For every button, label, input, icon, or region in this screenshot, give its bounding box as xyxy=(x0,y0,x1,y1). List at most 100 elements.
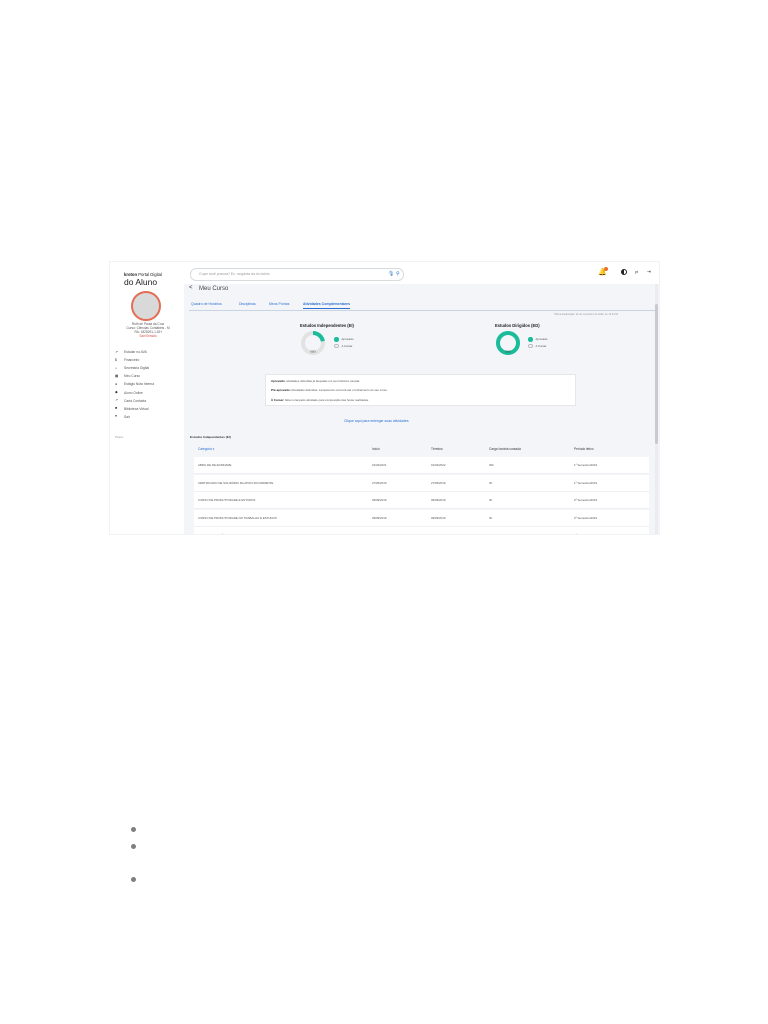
sidebar-item[interactable]: ■ Biblioteca Virtual xyxy=(115,405,183,413)
cell-category: ABRIL DE DE ENSINARE xyxy=(198,463,232,467)
info-desc: Atividades deferidas. Lançamento ocorrer… xyxy=(291,388,388,392)
table-row[interactable]: CURSO DE PRODUTIVIDADE E ESTUDOS 09/09/20… xyxy=(194,492,649,509)
microphone-icon[interactable]: 🎙 xyxy=(388,271,394,277)
tab-bar: Quadro de Horários Disciplinas Meus Pont… xyxy=(189,300,655,311)
sidebar-item-label: Meu Curso xyxy=(124,374,141,379)
legend-label: Aprovado xyxy=(535,337,548,342)
sort-icon[interactable]: ▾ xyxy=(213,447,215,451)
column-header-start: Início xyxy=(372,447,380,451)
brand-big: do Aluno xyxy=(124,277,158,287)
heart-icon: ♥ xyxy=(115,414,118,419)
back-arrow-icon[interactable]: < xyxy=(189,285,193,291)
dollar-icon: $ xyxy=(115,357,117,362)
column-header-period: Período letivo xyxy=(574,447,594,451)
info-line-tocourse: À Cursar: falta no lançado atividade par… xyxy=(271,398,369,402)
book-icon: ■ xyxy=(115,406,118,411)
search-icon[interactable]: ⚲ xyxy=(396,271,400,277)
main-content: O que você procura? Ex.: segunda via do … xyxy=(184,262,659,534)
sidebar-item-label: Aluno Online xyxy=(124,390,143,395)
column-header-label: Categoria xyxy=(198,447,212,451)
cell-period: 2º Semestre/2019 xyxy=(574,515,598,520)
search-input[interactable]: O que você procura? Ex.: segunda via do … xyxy=(199,272,270,276)
scrollbar-thumb[interactable] xyxy=(655,304,658,444)
table-row[interactable]: ENSINO EXTENSÃO DE TRABALHO 07/09/2019 07/… xyxy=(194,527,649,534)
sidebar-item[interactable]: ↗ Carta Contacta xyxy=(115,397,183,405)
tab-atividades-complementares[interactable]: Atividades Complementares xyxy=(303,302,351,309)
cell-hours: 3h xyxy=(489,480,493,485)
status-legend-box: Aprovado: atividades deferidas já lançad… xyxy=(265,374,576,406)
cell-category: CURSO DE PRODUTIVIDADE NO TRABALHO E EST… xyxy=(198,515,277,520)
cell-end: 07/09/2019 xyxy=(431,533,445,534)
avatar[interactable] xyxy=(131,291,161,321)
cell-period: 2º Semestre/2019 xyxy=(574,498,598,502)
table-row[interactable]: CURSO DE PRODUTIVIDADE NO TRABALHO E EST… xyxy=(194,509,649,527)
logout-icon[interactable]: ⇥ xyxy=(647,269,651,275)
sidebar-item-label: Financeiro xyxy=(124,358,140,363)
sidebar-item-label: Carta Contacta xyxy=(124,398,147,403)
donut-chart-ei: 00/3 xyxy=(301,331,325,355)
logout-link[interactable]: Sair/Sessão xyxy=(114,334,182,338)
info-line-preapproved: Pré-aprovado: Atividades deferidas. Lanç… xyxy=(271,388,388,392)
language-selector[interactable]: pt xyxy=(635,270,638,274)
cell-start: 27/05/2019 xyxy=(372,480,387,485)
tab-meus-pontos[interactable]: Meus Pontos xyxy=(269,302,289,306)
sidebar-item-label: Secretaria Digital xyxy=(124,366,150,371)
brand-logo[interactable]: kroton Portal Digital do Aluno xyxy=(124,272,184,287)
sidebar-item-label: Estágio Nota Interna xyxy=(124,382,155,387)
pin-icon: ● xyxy=(115,381,118,386)
info-desc: falta no lançado atividade para composiç… xyxy=(284,398,369,402)
cell-hours: 30h xyxy=(489,463,494,467)
sidebar-item[interactable]: ● Estágio Nota Interna xyxy=(115,380,183,388)
cell-end: 01/04/2022 xyxy=(431,463,446,467)
topbar: O que você procura? Ex.: segunda via do … xyxy=(184,262,659,284)
sidebar: kroton Portal Digital do Aluno Ruth de P… xyxy=(110,262,184,534)
sidebar-item[interactable]: ♥ Sair xyxy=(115,413,183,421)
search-bar[interactable]: O que você procura? Ex.: segunda via do … xyxy=(190,268,404,281)
donut-center-ed: 00/3 xyxy=(505,350,511,354)
legend-swatch-pending xyxy=(334,343,339,348)
info-term: À Cursar: xyxy=(271,398,285,402)
submit-activities-link[interactable]: Clique aqui para entregar suas atividade… xyxy=(344,419,409,423)
cell-period: 2º Semestre/2019 xyxy=(574,533,597,534)
sidebar-item-label: Sair xyxy=(124,414,130,419)
contrast-icon[interactable] xyxy=(621,269,627,275)
external-link-icon: ↗ xyxy=(115,398,118,403)
list-bullet xyxy=(131,827,136,832)
donut-chart-ed: 00/3 xyxy=(496,331,520,355)
cell-period: 1º Semestre/2019 xyxy=(574,463,598,467)
external-link-icon: ↗ xyxy=(115,349,118,354)
cell-period: 1º Semestre/2019 xyxy=(574,480,598,485)
cell-hours: 3h xyxy=(489,533,492,534)
sidebar-item[interactable]: ◆ Aluno Online xyxy=(115,388,183,396)
sidebar-item-label: Estudar no AVA xyxy=(124,350,147,355)
sidebar-item-label: Biblioteca Virtual xyxy=(124,406,149,411)
page-title: Meu Curso xyxy=(199,286,229,292)
legend-ed: Aprovado A Cursar xyxy=(528,336,547,349)
legend-item: A Cursar xyxy=(334,343,353,350)
calendar-icon: ▦ xyxy=(115,373,119,378)
table-title: Estudos Independentes (EI) xyxy=(190,435,231,439)
building-icon: ⌂ xyxy=(115,365,118,370)
sidebar-item[interactable]: $ Financeiro xyxy=(115,356,183,364)
scrollbar[interactable] xyxy=(655,284,658,534)
sidebar-item[interactable]: ↗ Estudar no AVA xyxy=(115,348,183,356)
table-row[interactable]: ABRIL DE DE ENSINARE 01/04/2021 01/04/2022… xyxy=(194,457,649,474)
sidebar-item[interactable]: ▦ Meu Curso xyxy=(115,372,183,380)
sidebar-item[interactable]: ⌂ Secretaria Digital xyxy=(115,364,183,372)
notification-badge xyxy=(604,267,608,271)
table-row[interactable]: CERTIFICADO DE SOLIDÁRIO DA APOIO DICORR… xyxy=(194,474,649,492)
legend-swatch-pending xyxy=(528,343,533,348)
column-header-category[interactable]: Categoria ▾ xyxy=(198,447,214,451)
legend-ei: Aprovado A Cursar xyxy=(334,336,353,349)
legend-swatch-approved xyxy=(334,337,339,342)
cell-category: ENSINO EXTENSÃO DE TRABALHO xyxy=(198,533,247,534)
donut-center-ei: 00/3 xyxy=(310,350,316,354)
legend-swatch-approved xyxy=(528,337,533,342)
chart-title-ed: Estudos Dirigidos (ED) xyxy=(495,323,540,328)
cell-end: 09/09/2019 xyxy=(431,498,446,502)
chart-title-ei: Estudos Independentes (EI) xyxy=(300,323,354,328)
tab-quadro-horarios[interactable]: Quadro de Horários xyxy=(191,302,222,306)
cell-hours: 3h xyxy=(489,515,493,520)
cell-hours: 3h xyxy=(489,498,493,502)
tab-disciplinas[interactable]: Disciplinas xyxy=(239,302,256,306)
